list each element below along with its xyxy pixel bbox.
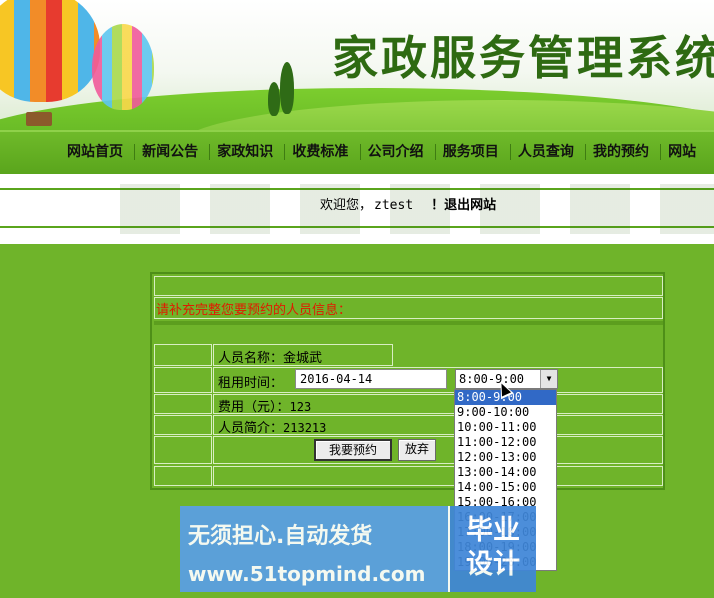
nav-item-services[interactable]: 服务项目 (434, 144, 506, 160)
label-cell (154, 394, 212, 414)
watermark: 无须担心.自动发货 www.51topmind.com 毕业设计 (180, 506, 536, 592)
intro-value: 213213 (283, 421, 327, 435)
balloon-basket-icon (26, 112, 52, 126)
watermark-url: www.51topmind.com (188, 562, 426, 586)
logout-link[interactable]: ！退出网站 (431, 198, 496, 213)
time-option[interactable]: 11:00-12:00 (455, 435, 556, 450)
form-prompt: 请补充完整您要预约的人员信息： (156, 303, 352, 318)
hot-air-balloon-small-icon (92, 24, 154, 110)
chevron-down-icon[interactable]: ▼ (540, 370, 557, 388)
time-option[interactable]: 12:00-13:00 (455, 450, 556, 465)
nav-item-fees[interactable]: 收费标准 (284, 144, 355, 160)
label-cell (154, 367, 212, 393)
nav-item-news[interactable]: 新闻公告 (134, 144, 205, 160)
main-nav: 网站首页 新闻公告 家政知识 收费标准 公司介绍 服务项目 人员查询 我的预约 … (0, 130, 714, 174)
cancel-button[interactable]: 放弃 (398, 439, 436, 461)
watermark-line1: 无须担心.自动发货 (188, 524, 373, 549)
footer-cell (213, 466, 663, 486)
label-cell (154, 344, 212, 366)
time-option[interactable]: 14:00-15:00 (455, 480, 556, 495)
watermark-left: 无须担心.自动发货 www.51topmind.com (180, 506, 448, 592)
staff-name-value: 金城武 (283, 351, 323, 366)
site-banner: 家政服务管理系统 (0, 0, 714, 130)
nav-item-more[interactable]: 网站 (660, 144, 703, 160)
time-select-value: 8:00-9:00 (459, 372, 525, 386)
watermark-badge-text: 毕业设计 (466, 515, 520, 580)
nav-item-about[interactable]: 公司介绍 (359, 144, 431, 160)
time-option[interactable]: 13:00-14:00 (455, 465, 556, 480)
time-option[interactable]: 9:00-10:00 (455, 405, 556, 420)
nav-item-my-bookings[interactable]: 我的预约 (584, 144, 656, 160)
button-cell (213, 436, 663, 464)
welcome-message: 欢迎您， ztest ！退出网站 (320, 194, 496, 213)
username: ztest (374, 198, 414, 213)
divider (154, 321, 663, 325)
book-button[interactable]: 我要预约 (314, 439, 392, 461)
fee-value: 123 (289, 400, 312, 414)
fee-label: 费用（元）：123 (218, 400, 312, 415)
label-cell (154, 415, 212, 435)
nav-item-knowledge[interactable]: 家政知识 (209, 144, 280, 160)
tree-icon (280, 62, 294, 114)
date-input[interactable]: 2016-04-14 (295, 369, 447, 389)
booking-form: 请补充完整您要预约的人员信息： 人员名称：金城武 租用时间： 2016-04-1… (150, 272, 665, 490)
welcome-band: 欢迎您， ztest ！退出网站 (0, 174, 714, 244)
site-title: 家政服务管理系统 (332, 31, 714, 85)
tree-icon (268, 82, 280, 116)
nav-item-staff-search[interactable]: 人员查询 (509, 144, 581, 160)
rental-time-label: 租用时间： (218, 376, 284, 391)
nav-item-home[interactable]: 网站首页 (60, 144, 130, 160)
form-header-bar (154, 276, 663, 296)
staff-name-label: 人员名称：金城武 (218, 351, 323, 366)
watermark-badge: 毕业设计 (448, 506, 536, 592)
time-option[interactable]: 10:00-11:00 (455, 420, 556, 435)
welcome-prefix: 欢迎您， (320, 198, 373, 213)
label-cell (154, 466, 212, 486)
hot-air-balloon-icon (0, 0, 100, 102)
intro-label: 人员简介：213213 (218, 421, 327, 436)
label-cell (154, 436, 212, 464)
